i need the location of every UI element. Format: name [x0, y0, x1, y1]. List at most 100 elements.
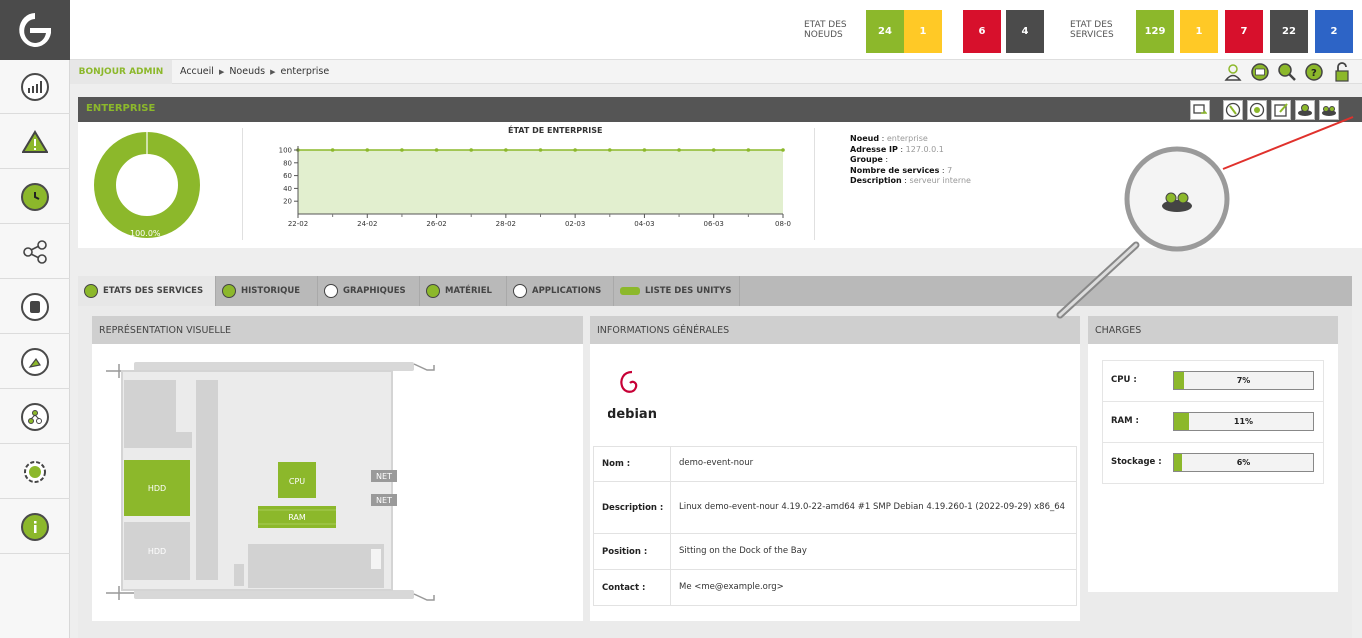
nodes-critical-count[interactable]: 6: [963, 10, 1001, 53]
bottom-rail: [134, 590, 414, 599]
tab-label: MATÉRIEL: [445, 286, 492, 296]
sidebar-item-settings[interactable]: [0, 445, 70, 499]
board-diagram: HDD HDD CPU RAM NET NET: [106, 362, 435, 601]
availability-donut: 100.0%: [94, 132, 200, 238]
lock-icon[interactable]: [1332, 62, 1352, 82]
y-tick-label: 80: [283, 159, 292, 167]
left-sidebar: [0, 0, 70, 638]
info-key: Description :: [602, 502, 664, 513]
gear-icon: [24, 460, 46, 483]
help-icon[interactable]: ?: [1304, 62, 1324, 82]
user-icon[interactable]: [1223, 62, 1243, 82]
applications-icon: [513, 284, 527, 298]
info-row-description: Description : Linux demo-event-nour 4.19…: [593, 482, 1077, 534]
charge-label: RAM :: [1111, 416, 1139, 426]
tab-graphs[interactable]: GRAPHIQUES: [318, 276, 420, 306]
visual-panel-title: REPRÉSENTATION VISUELLE: [92, 316, 583, 344]
tab-label: ETATS DES SERVICES: [103, 286, 204, 296]
net-2-label: NET: [376, 496, 392, 505]
y-tick-label: 100: [279, 147, 292, 155]
services-unknown-count[interactable]: 22: [1270, 10, 1308, 53]
nodes-state-label: ETAT DES NOEUDS: [804, 20, 847, 40]
charge-row-cpu: CPU : 7%: [1103, 361, 1323, 402]
ip-label: Adresse IP: [850, 144, 898, 154]
info-key: Nom :: [602, 458, 631, 469]
tab-applications[interactable]: APPLICATIONS: [507, 276, 614, 306]
tab-services-states[interactable]: ETATS DES SERVICES: [78, 276, 216, 306]
greeting: BONJOUR ADMIN: [70, 60, 172, 84]
services-ok-count[interactable]: 129: [1136, 10, 1174, 53]
ip-value: 127.0.0.1: [905, 144, 944, 154]
chart-point: [746, 148, 751, 152]
node-info: Noeud : enterprise Adresse IP : 127.0.0.…: [850, 134, 971, 185]
info-key: Contact :: [602, 582, 646, 593]
donut-percentage: 100.0%: [130, 229, 161, 238]
chart-point: [538, 148, 543, 152]
general-panel-title: INFORMATIONS GÉNÉRALES: [590, 316, 1080, 344]
server-icon: [21, 292, 49, 321]
tab-hardware[interactable]: MATÉRIEL: [420, 276, 507, 306]
sidebar-item-satellite[interactable]: [0, 335, 70, 389]
ram-percent: 11%: [1233, 417, 1254, 426]
chart-point: [642, 148, 647, 152]
sidebar-item-dashboard[interactable]: [0, 60, 70, 114]
tab-content: REPRÉSENTATION VISUELLE HDD HDD CPU RAM …: [78, 306, 1352, 638]
sidebar-item-share[interactable]: [0, 225, 70, 279]
search-icon[interactable]: [1277, 62, 1297, 82]
charge-label: Stockage :: [1111, 457, 1162, 467]
chart-point: [677, 148, 681, 152]
sidebar-item-alerts[interactable]: [0, 115, 70, 169]
mail-icon[interactable]: [1250, 62, 1270, 82]
tab-unity-list[interactable]: LISTE DES UNITYS: [614, 276, 740, 306]
magnifier-lens: [1124, 146, 1230, 252]
description-value: serveur interne: [909, 176, 971, 185]
dashboard-chart-icon: [21, 72, 49, 101]
nodes-ok-count[interactable]: 24: [866, 10, 904, 53]
node-label: Noeud: [850, 134, 880, 143]
nodes-unknown-count[interactable]: 4: [1006, 10, 1044, 53]
chart-point: [573, 148, 577, 152]
services-count-value: 7: [947, 165, 953, 175]
enterprise-title: ENTERPRISE: [86, 103, 156, 114]
nodes-warning-count[interactable]: 1: [904, 10, 942, 53]
services-count-label: Nombre de services: [850, 165, 940, 175]
eyes-of-network-logo[interactable]: [0, 0, 70, 60]
tab-label: GRAPHIQUES: [343, 286, 406, 296]
chart-area: [298, 150, 783, 214]
x-tick-label: 22-02: [288, 220, 308, 228]
services-warning-count[interactable]: 1: [1180, 10, 1218, 53]
satellite-dish-icon: [21, 347, 49, 376]
breadcrumb-nodes[interactable]: Noeuds: [229, 66, 265, 77]
sidebar-item-process[interactable]: [0, 390, 70, 444]
state-chart: 20 40 60 80 100 22-02 24-02 26-02 28-02 02-03 04-0…: [279, 146, 791, 228]
net-1-label: NET: [376, 472, 392, 481]
charges-table: CPU : 7% RAM : 11% Stockage : 6%: [1102, 360, 1324, 484]
tab-history[interactable]: HISTORIQUE: [216, 276, 318, 306]
hdd-2-label: HDD: [148, 547, 166, 556]
charge-label: CPU :: [1111, 375, 1137, 385]
chart-title: ÉTAT DE ENTERPRISE: [508, 126, 603, 135]
chart-point: [434, 148, 439, 152]
node-value: enterprise: [886, 134, 928, 143]
debian-logo-icon: debian: [608, 370, 656, 422]
services-pending-count[interactable]: 2: [1315, 10, 1353, 53]
breadcrumb: Accueil ▶ Noeuds ▶ enterprise: [180, 66, 330, 77]
sidebar-item-info[interactable]: [0, 500, 70, 554]
sidebar-item-server[interactable]: [0, 280, 70, 334]
breadcrumb-home[interactable]: Accueil: [180, 66, 214, 77]
charges-panel: CPU : 7% RAM : 11% Stockage : 6%: [1088, 344, 1338, 592]
history-clock-icon: [21, 182, 49, 211]
sidebar-item-history[interactable]: [0, 170, 70, 224]
y-tick-label: 20: [283, 198, 292, 206]
x-tick-label: 06-03: [704, 220, 724, 228]
process-flow-icon: [21, 402, 49, 431]
y-tick-label: 60: [283, 172, 292, 180]
top-rail: [134, 362, 414, 371]
tab-label: LISTE DES UNITYS: [645, 286, 732, 296]
share-nodes-icon: [23, 239, 47, 264]
pci-slot: [196, 380, 218, 580]
info-value: Me <me@example.org>: [670, 570, 1070, 605]
info-row-position: Position : Sitting on the Dock of the Ba…: [593, 534, 1077, 570]
services-critical-count[interactable]: 7: [1225, 10, 1263, 53]
donut-ring: [94, 132, 200, 238]
